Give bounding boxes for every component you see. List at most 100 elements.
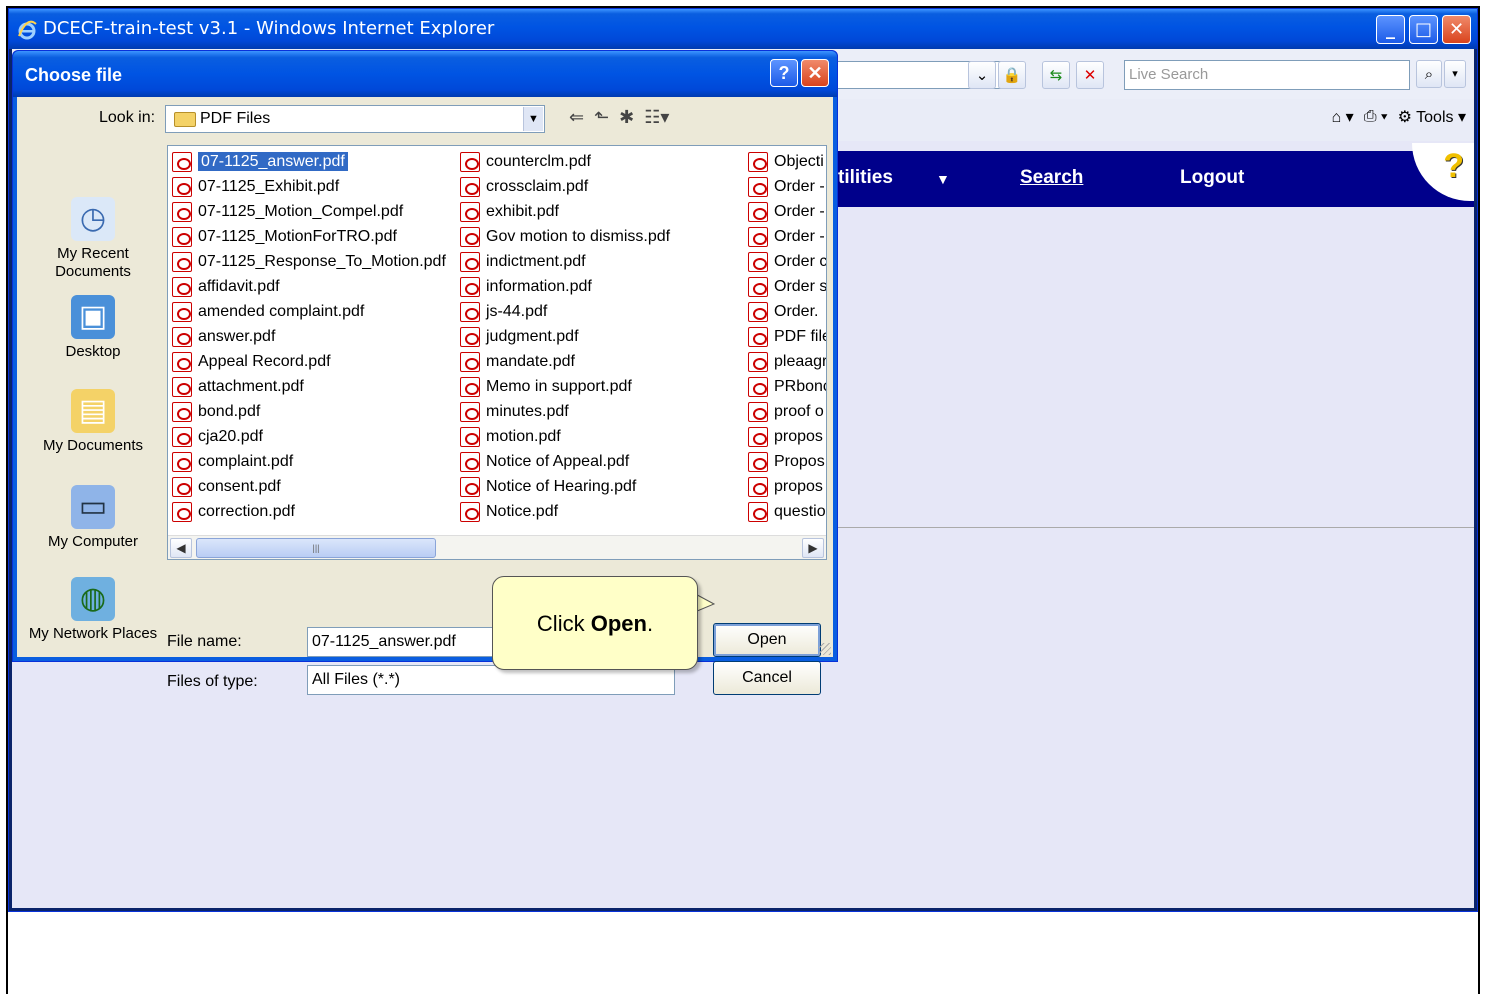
scroll-thumb[interactable]: ||| [196,538,436,558]
file-name-label: File name: [167,633,242,650]
refresh-icon[interactable]: ⇆ [1042,61,1070,89]
nav-search[interactable]: Search [1020,167,1083,189]
place-network-places[interactable]: ◍ My Network Places [25,577,161,643]
file-item[interactable]: Notice of Appeal.pdf [458,450,670,475]
file-item[interactable]: Order - [746,175,826,200]
file-item[interactable]: proof o [746,400,826,425]
file-item[interactable]: attachment.pdf [170,375,446,400]
file-name: propos [774,478,823,495]
search-options-icon[interactable]: ▾ [1444,60,1466,88]
file-name: motion.pdf [486,428,561,445]
file-item[interactable]: mandate.pdf [458,350,670,375]
dialog-close-button[interactable]: ✕ [801,59,829,87]
dialog-titlebar: Choose file ? ✕ [13,51,837,97]
up-folder-icon[interactable]: ⬑ [594,107,609,128]
file-item[interactable]: affidavit.pdf [170,275,446,300]
nav-utilities-dropdown-icon[interactable]: ▼ [936,171,950,187]
file-item[interactable]: information.pdf [458,275,670,300]
file-item[interactable]: counterclm.pdf [458,150,670,175]
print-icon[interactable]: ⎙ ▾ [1364,108,1388,126]
pdf-file-icon [748,327,768,347]
file-item[interactable]: Notice of Hearing.pdf [458,475,670,500]
file-name: bond.pdf [198,403,261,420]
home-icon[interactable]: ⌂ ▾ [1332,107,1354,127]
place-desktop[interactable]: ▣ Desktop [25,295,161,361]
file-item[interactable]: bond.pdf [170,400,446,425]
pdf-file-icon [172,277,192,297]
cancel-button[interactable]: Cancel [713,661,821,695]
file-item[interactable]: Gov motion to dismiss.pdf [458,225,670,250]
file-item[interactable]: Order s [746,275,826,300]
file-item[interactable]: exhibit.pdf [458,200,670,225]
stop-icon[interactable]: ✕ [1076,61,1104,89]
resize-grip[interactable] [819,643,831,655]
lock-icon[interactable]: 🔒 [998,61,1026,89]
file-item[interactable]: js-44.pdf [458,300,670,325]
file-item[interactable]: crossclaim.pdf [458,175,670,200]
dialog-body: Look in: PDF Files ▼ ⇐ ⬑ ✱ ☷▾ ◷ My Recen… [17,97,833,695]
look-in-dropdown[interactable]: PDF Files ▼ [165,105,545,133]
place-recent-documents[interactable]: ◷ My Recent Documents [25,197,161,281]
search-icon[interactable]: ⌕ [1416,60,1442,88]
file-item[interactable]: 07-1125_Motion_Compel.pdf [170,200,446,225]
file-item[interactable]: propos [746,475,826,500]
file-item[interactable]: answer.pdf [170,325,446,350]
file-item[interactable]: Order c [746,250,826,275]
chevron-down-icon[interactable]: ▼ [523,107,543,131]
file-item[interactable]: 07-1125_Exhibit.pdf [170,175,446,200]
file-item[interactable]: propos [746,425,826,450]
file-item[interactable]: PDF file [746,325,826,350]
file-item[interactable]: PRbonc [746,375,826,400]
file-item[interactable]: minutes.pdf [458,400,670,425]
file-item[interactable]: Order - [746,225,826,250]
back-icon[interactable]: ⇐ [569,107,584,128]
file-item[interactable]: cja20.pdf [170,425,446,450]
address-dropdown-icon[interactable]: ⌄ [968,61,996,89]
horizontal-scrollbar[interactable]: ◀ ||| ▶ [168,535,826,559]
file-item[interactable]: Appeal Record.pdf [170,350,446,375]
maximize-button[interactable]: □ [1409,15,1438,44]
file-item[interactable]: amended complaint.pdf [170,300,446,325]
file-name: Order - [774,228,825,245]
file-item[interactable]: Propos [746,450,826,475]
file-item[interactable]: complaint.pdf [170,450,446,475]
file-item[interactable]: judgment.pdf [458,325,670,350]
file-item[interactable]: 07-1125_MotionForTRO.pdf [170,225,446,250]
file-item[interactable]: Objecti [746,150,826,175]
scroll-left-icon[interactable]: ◀ [170,538,192,558]
new-folder-icon[interactable]: ✱ [619,107,634,128]
file-item[interactable]: questio [746,500,826,525]
file-item[interactable]: correction.pdf [170,500,446,525]
close-button[interactable]: ✕ [1442,15,1471,44]
file-item[interactable]: pleaagr [746,350,826,375]
pdf-file-icon [748,427,768,447]
dialog-help-button[interactable]: ? [770,59,798,87]
file-item[interactable]: 07-1125_answer.pdf [170,150,446,175]
pdf-file-icon [172,502,192,522]
file-item[interactable]: consent.pdf [170,475,446,500]
file-item[interactable]: Memo in support.pdf [458,375,670,400]
file-item[interactable]: Notice.pdf [458,500,670,525]
file-name: Gov motion to dismiss.pdf [486,228,671,245]
file-item[interactable]: Order - [746,200,826,225]
scroll-right-icon[interactable]: ▶ [802,538,824,558]
place-my-computer[interactable]: ▭ My Computer [25,485,161,551]
file-list[interactable]: 07-1125_answer.pdf 07-1125_Exhibit.pdf 07-… [167,145,827,560]
file-item[interactable]: 07-1125_Response_To_Motion.pdf [170,250,446,275]
file-name: 07-1125_Exhibit.pdf [198,178,340,195]
file-name: proof o [774,403,824,420]
pdf-file-icon [748,177,768,197]
tools-menu[interactable]: ⚙ Tools ▾ [1398,107,1466,127]
nav-logout[interactable]: Logout [1180,167,1244,189]
file-item[interactable]: indictment.pdf [458,250,670,275]
open-button[interactable]: Open [713,623,821,657]
pdf-file-icon [748,252,768,272]
file-item[interactable]: Order. [746,300,826,325]
file-item[interactable]: motion.pdf [458,425,670,450]
nav-utilities[interactable]: tilities [838,167,893,189]
live-search-input[interactable]: Live Search [1124,60,1410,90]
help-icon[interactable]: ? [1412,143,1474,201]
place-my-documents[interactable]: ▤ My Documents [25,389,161,455]
view-menu-icon[interactable]: ☷▾ [644,107,669,128]
minimize-button[interactable]: _ [1376,15,1405,44]
